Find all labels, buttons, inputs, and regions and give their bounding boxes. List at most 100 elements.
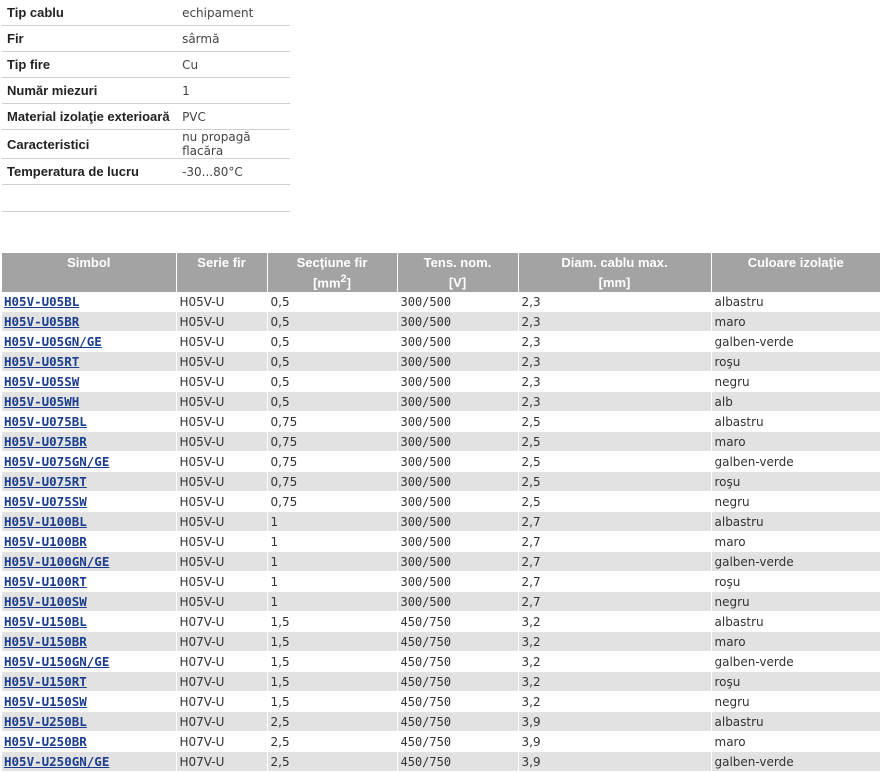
- cell-tensiune: 300/500: [396, 451, 518, 472]
- unit-voltage: [V]: [396, 272, 518, 292]
- cell-diametru: 2,5: [517, 471, 711, 492]
- cell-sectiune: 0,75: [266, 411, 397, 432]
- spec-empty-value: [177, 184, 290, 212]
- cell-sectiune: 1,5: [266, 651, 397, 672]
- product-link[interactable]: H05V-U075RT: [4, 474, 87, 489]
- product-link[interactable]: H05V-U150BR: [4, 634, 87, 649]
- spec-empty-label: [2, 184, 178, 212]
- spec-row: Fir sârmă: [2, 25, 290, 52]
- cell-tensiune: 300/500: [396, 351, 518, 372]
- cell-simbol: H05V-U100BR: [2, 531, 176, 552]
- cell-diametru: 2,7: [517, 531, 711, 552]
- unit-empty-6: [710, 272, 880, 292]
- product-link[interactable]: H05V-U05SW: [4, 374, 79, 389]
- product-link[interactable]: H05V-U05RT: [4, 354, 79, 369]
- cell-culoare: galben-verde: [710, 551, 880, 572]
- cell-tensiune: 300/500: [396, 391, 518, 412]
- cell-serie-fir: H07V-U: [175, 731, 267, 752]
- header-row: Simbol Serie fir Secţiune fir Tens. nom.…: [2, 253, 880, 272]
- table-row: H05V-U250BR H07V-U 2,5 450/750 3,9 maro: [2, 731, 880, 752]
- product-link[interactable]: H05V-U250GN/GE: [4, 754, 109, 769]
- table-row: H05V-U100RT H05V-U 1 300/500 2,7 roşu: [2, 571, 880, 592]
- table-row: H05V-U150BL H07V-U 1,5 450/750 3,2 albastru: [2, 611, 880, 632]
- cell-sectiune: 2,5: [266, 751, 397, 772]
- cell-tensiune: 450/750: [396, 611, 518, 632]
- spec-value: 1: [177, 77, 290, 104]
- product-link[interactable]: H05V-U250BR: [4, 734, 87, 749]
- cell-serie-fir: H05V-U: [175, 391, 267, 412]
- product-link[interactable]: H05V-U05BL: [4, 294, 79, 309]
- cell-culoare: galben-verde: [710, 751, 880, 772]
- cell-simbol: H05V-U05GN/GE: [2, 331, 176, 352]
- cell-serie-fir: H05V-U: [175, 551, 267, 572]
- product-link[interactable]: H05V-U250BL: [4, 714, 87, 729]
- product-link[interactable]: H05V-U100BL: [4, 514, 87, 529]
- unit-empty-1: [2, 272, 176, 292]
- cell-diametru: 3,9: [517, 751, 711, 772]
- cell-culoare: albastru: [710, 411, 880, 432]
- product-link[interactable]: H05V-U100RT: [4, 574, 87, 589]
- product-link[interactable]: H05V-U075BR: [4, 434, 87, 449]
- product-link[interactable]: H05V-U075SW: [4, 494, 87, 509]
- cell-tensiune: 450/750: [396, 691, 518, 712]
- cell-simbol: H05V-U05WH: [2, 391, 176, 412]
- cell-simbol: H05V-U150BL: [2, 611, 176, 632]
- cell-sectiune: 0,5: [266, 292, 397, 312]
- cell-tensiune: 450/750: [396, 631, 518, 652]
- spec-row: Material izolaţie exterioară PVC: [2, 103, 290, 130]
- spec-label: Temperatura de lucru: [2, 158, 178, 185]
- product-link[interactable]: H05V-U05BR: [4, 314, 79, 329]
- spec-value: sârmă: [177, 25, 290, 52]
- product-link[interactable]: H05V-U100GN/GE: [4, 554, 109, 569]
- table-row: H05V-U150GN/GE H07V-U 1,5 450/750 3,2 galben-…: [2, 651, 880, 672]
- table-row: H05V-U150SW H07V-U 1,5 450/750 3,2 negru: [2, 691, 880, 712]
- cell-serie-fir: H07V-U: [175, 671, 267, 692]
- table-row: H05V-U150RT H07V-U 1,5 450/750 3,2 roşu: [2, 671, 880, 692]
- cell-simbol: H05V-U075BL: [2, 411, 176, 432]
- cell-sectiune: 1,5: [266, 631, 397, 652]
- product-link[interactable]: H05V-U075BL: [4, 414, 87, 429]
- product-link[interactable]: H05V-U150SW: [4, 694, 87, 709]
- table-row: H05V-U05RT H05V-U 0,5 300/500 2,3 roşu: [2, 351, 880, 372]
- cell-serie-fir: H07V-U: [175, 651, 267, 672]
- cell-simbol: H05V-U150SW: [2, 691, 176, 712]
- unit-empty-2: [175, 272, 267, 292]
- cell-tensiune: 300/500: [396, 471, 518, 492]
- cell-serie-fir: H05V-U: [175, 292, 267, 312]
- cell-culoare: negru: [710, 691, 880, 712]
- cell-tensiune: 450/750: [396, 651, 518, 672]
- cell-sectiune: 1,5: [266, 671, 397, 692]
- cell-culoare: maro: [710, 631, 880, 652]
- cell-simbol: H05V-U250BR: [2, 731, 176, 752]
- table-row: H05V-U100GN/GE H05V-U 1 300/500 2,7 galben-ve…: [2, 551, 880, 572]
- cell-tensiune: 300/500: [396, 292, 518, 312]
- cell-tensiune: 450/750: [396, 731, 518, 752]
- cell-sectiune: 1: [266, 571, 397, 592]
- spec-label: Tip fire: [2, 51, 178, 78]
- table-row: H05V-U075RT H05V-U 0,75 300/500 2,5 roşu: [2, 471, 880, 492]
- product-link[interactable]: H05V-U150RT: [4, 674, 87, 689]
- cell-culoare: roşu: [710, 471, 880, 492]
- product-link[interactable]: H05V-U100BR: [4, 534, 87, 549]
- product-link[interactable]: H05V-U05GN/GE: [4, 334, 102, 349]
- cell-culoare: maro: [710, 731, 880, 752]
- cell-tensiune: 300/500: [396, 331, 518, 352]
- product-link[interactable]: H05V-U150GN/GE: [4, 654, 109, 669]
- cell-diametru: 3,2: [517, 631, 711, 652]
- cell-serie-fir: H07V-U: [175, 751, 267, 772]
- product-link[interactable]: H05V-U150BL: [4, 614, 87, 629]
- cell-tensiune: 300/500: [396, 531, 518, 552]
- spec-value: echipament: [177, 0, 290, 26]
- table-row: H05V-U075GN/GE H05V-U 0,75 300/500 2,5 galben…: [2, 451, 880, 472]
- cell-simbol: H05V-U100RT: [2, 571, 176, 592]
- cell-simbol: H05V-U150GN/GE: [2, 651, 176, 672]
- cell-tensiune: 300/500: [396, 511, 518, 532]
- product-link[interactable]: H05V-U075GN/GE: [4, 454, 109, 469]
- cell-serie-fir: H05V-U: [175, 311, 267, 332]
- cell-simbol: H05V-U075SW: [2, 491, 176, 512]
- cell-sectiune: 1: [266, 511, 397, 532]
- product-link[interactable]: H05V-U100SW: [4, 594, 87, 609]
- cell-culoare: albastru: [710, 711, 880, 732]
- product-link[interactable]: H05V-U05WH: [4, 394, 79, 409]
- cell-sectiune: 0,5: [266, 391, 397, 412]
